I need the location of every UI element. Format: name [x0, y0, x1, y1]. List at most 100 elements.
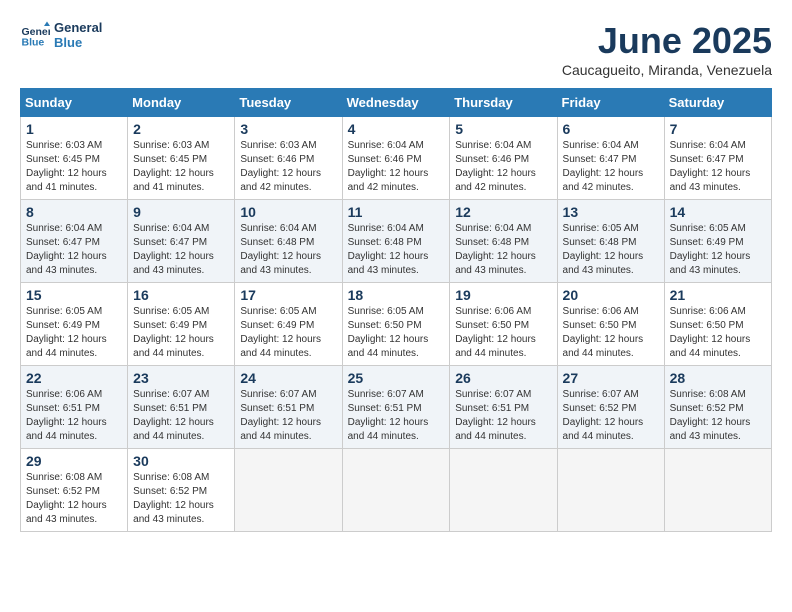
daylight-label: Daylight: 12 hours and 44 minutes. — [348, 417, 429, 442]
sunrise-label: Sunrise: 6:06 AM — [670, 306, 746, 317]
table-row: 21 Sunrise: 6:06 AM Sunset: 6:50 PM Dayl… — [664, 283, 771, 366]
sunset-label: Sunset: 6:51 PM — [348, 403, 422, 414]
calendar-week-4: 22 Sunrise: 6:06 AM Sunset: 6:51 PM Dayl… — [21, 366, 772, 449]
sunrise-label: Sunrise: 6:03 AM — [133, 140, 209, 151]
day-info: Sunrise: 6:04 AM Sunset: 6:48 PM Dayligh… — [455, 222, 551, 278]
daylight-label: Daylight: 12 hours and 43 minutes. — [26, 500, 107, 525]
svg-text:Blue: Blue — [22, 37, 45, 49]
sunset-label: Sunset: 6:48 PM — [563, 237, 637, 248]
daylight-label: Daylight: 12 hours and 44 minutes. — [563, 334, 644, 359]
day-info: Sunrise: 6:04 AM Sunset: 6:47 PM Dayligh… — [670, 139, 766, 195]
day-info: Sunrise: 6:08 AM Sunset: 6:52 PM Dayligh… — [133, 471, 229, 527]
sunset-label: Sunset: 6:51 PM — [455, 403, 529, 414]
sunset-label: Sunset: 6:51 PM — [240, 403, 314, 414]
table-row: 26 Sunrise: 6:07 AM Sunset: 6:51 PM Dayl… — [450, 366, 557, 449]
daylight-label: Daylight: 12 hours and 44 minutes. — [133, 334, 214, 359]
table-row: 12 Sunrise: 6:04 AM Sunset: 6:48 PM Dayl… — [450, 200, 557, 283]
table-row: 18 Sunrise: 6:05 AM Sunset: 6:50 PM Dayl… — [342, 283, 450, 366]
sunset-label: Sunset: 6:50 PM — [455, 320, 529, 331]
sunrise-label: Sunrise: 6:04 AM — [348, 140, 424, 151]
table-row: 9 Sunrise: 6:04 AM Sunset: 6:47 PM Dayli… — [128, 200, 235, 283]
sunset-label: Sunset: 6:48 PM — [348, 237, 422, 248]
sunrise-label: Sunrise: 6:08 AM — [133, 472, 209, 483]
sunrise-label: Sunrise: 6:03 AM — [26, 140, 102, 151]
table-row: 25 Sunrise: 6:07 AM Sunset: 6:51 PM Dayl… — [342, 366, 450, 449]
col-tuesday: Tuesday — [235, 89, 342, 117]
sunset-label: Sunset: 6:46 PM — [348, 154, 422, 165]
day-info: Sunrise: 6:08 AM Sunset: 6:52 PM Dayligh… — [26, 471, 122, 527]
day-info: Sunrise: 6:05 AM Sunset: 6:48 PM Dayligh… — [563, 222, 659, 278]
day-number: 12 — [455, 204, 551, 220]
day-info: Sunrise: 6:05 AM Sunset: 6:50 PM Dayligh… — [348, 305, 445, 361]
sunset-label: Sunset: 6:52 PM — [670, 403, 744, 414]
table-row: 11 Sunrise: 6:04 AM Sunset: 6:48 PM Dayl… — [342, 200, 450, 283]
page-header: General Blue General Blue June 2025 Cauc… — [20, 20, 772, 78]
table-row: 22 Sunrise: 6:06 AM Sunset: 6:51 PM Dayl… — [21, 366, 128, 449]
day-info: Sunrise: 6:07 AM Sunset: 6:51 PM Dayligh… — [455, 388, 551, 444]
daylight-label: Daylight: 12 hours and 42 minutes. — [348, 168, 429, 193]
day-info: Sunrise: 6:06 AM Sunset: 6:50 PM Dayligh… — [563, 305, 659, 361]
calendar-week-2: 8 Sunrise: 6:04 AM Sunset: 6:47 PM Dayli… — [21, 200, 772, 283]
day-info: Sunrise: 6:05 AM Sunset: 6:49 PM Dayligh… — [26, 305, 122, 361]
col-friday: Friday — [557, 89, 664, 117]
sunrise-label: Sunrise: 6:07 AM — [348, 389, 424, 400]
daylight-label: Daylight: 12 hours and 42 minutes. — [455, 168, 536, 193]
sunrise-label: Sunrise: 6:05 AM — [563, 223, 639, 234]
col-thursday: Thursday — [450, 89, 557, 117]
sunrise-label: Sunrise: 6:07 AM — [455, 389, 531, 400]
sunset-label: Sunset: 6:45 PM — [133, 154, 207, 165]
day-number: 23 — [133, 370, 229, 386]
day-info: Sunrise: 6:06 AM Sunset: 6:51 PM Dayligh… — [26, 388, 122, 444]
sunset-label: Sunset: 6:52 PM — [563, 403, 637, 414]
day-number: 30 — [133, 453, 229, 469]
day-info: Sunrise: 6:04 AM Sunset: 6:48 PM Dayligh… — [240, 222, 336, 278]
daylight-label: Daylight: 12 hours and 43 minutes. — [133, 251, 214, 276]
day-number: 6 — [563, 121, 659, 137]
daylight-label: Daylight: 12 hours and 43 minutes. — [670, 417, 751, 442]
table-row: 27 Sunrise: 6:07 AM Sunset: 6:52 PM Dayl… — [557, 366, 664, 449]
sunset-label: Sunset: 6:46 PM — [240, 154, 314, 165]
sunrise-label: Sunrise: 6:05 AM — [240, 306, 316, 317]
daylight-label: Daylight: 12 hours and 44 minutes. — [455, 417, 536, 442]
day-info: Sunrise: 6:04 AM Sunset: 6:46 PM Dayligh… — [348, 139, 445, 195]
table-row: 23 Sunrise: 6:07 AM Sunset: 6:51 PM Dayl… — [128, 366, 235, 449]
sunset-label: Sunset: 6:46 PM — [455, 154, 529, 165]
table-row: 8 Sunrise: 6:04 AM Sunset: 6:47 PM Dayli… — [21, 200, 128, 283]
col-monday: Monday — [128, 89, 235, 117]
daylight-label: Daylight: 12 hours and 44 minutes. — [26, 417, 107, 442]
table-row: 16 Sunrise: 6:05 AM Sunset: 6:49 PM Dayl… — [128, 283, 235, 366]
table-row: 2 Sunrise: 6:03 AM Sunset: 6:45 PM Dayli… — [128, 117, 235, 200]
sunrise-label: Sunrise: 6:05 AM — [133, 306, 209, 317]
calendar-header-row: Sunday Monday Tuesday Wednesday Thursday… — [21, 89, 772, 117]
sunrise-label: Sunrise: 6:04 AM — [133, 223, 209, 234]
table-row: 5 Sunrise: 6:04 AM Sunset: 6:46 PM Dayli… — [450, 117, 557, 200]
calendar-week-3: 15 Sunrise: 6:05 AM Sunset: 6:49 PM Dayl… — [21, 283, 772, 366]
logo-general-text: General — [54, 20, 102, 35]
sunrise-label: Sunrise: 6:04 AM — [348, 223, 424, 234]
table-row: 30 Sunrise: 6:08 AM Sunset: 6:52 PM Dayl… — [128, 449, 235, 532]
table-row: 7 Sunrise: 6:04 AM Sunset: 6:47 PM Dayli… — [664, 117, 771, 200]
day-info: Sunrise: 6:05 AM Sunset: 6:49 PM Dayligh… — [133, 305, 229, 361]
sunset-label: Sunset: 6:50 PM — [348, 320, 422, 331]
sunset-label: Sunset: 6:48 PM — [240, 237, 314, 248]
month-year-title: June 2025 — [562, 20, 772, 62]
calendar-table: Sunday Monday Tuesday Wednesday Thursday… — [20, 88, 772, 532]
sunrise-label: Sunrise: 6:06 AM — [26, 389, 102, 400]
table-row — [557, 449, 664, 532]
day-info: Sunrise: 6:04 AM Sunset: 6:47 PM Dayligh… — [133, 222, 229, 278]
day-number: 10 — [240, 204, 336, 220]
day-number: 26 — [455, 370, 551, 386]
day-info: Sunrise: 6:05 AM Sunset: 6:49 PM Dayligh… — [240, 305, 336, 361]
table-row: 4 Sunrise: 6:04 AM Sunset: 6:46 PM Dayli… — [342, 117, 450, 200]
table-row: 17 Sunrise: 6:05 AM Sunset: 6:49 PM Dayl… — [235, 283, 342, 366]
table-row — [664, 449, 771, 532]
day-number: 20 — [563, 287, 659, 303]
day-info: Sunrise: 6:07 AM Sunset: 6:51 PM Dayligh… — [240, 388, 336, 444]
sunrise-label: Sunrise: 6:03 AM — [240, 140, 316, 151]
day-info: Sunrise: 6:05 AM Sunset: 6:49 PM Dayligh… — [670, 222, 766, 278]
table-row — [235, 449, 342, 532]
table-row: 15 Sunrise: 6:05 AM Sunset: 6:49 PM Dayl… — [21, 283, 128, 366]
daylight-label: Daylight: 12 hours and 43 minutes. — [670, 251, 751, 276]
daylight-label: Daylight: 12 hours and 42 minutes. — [563, 168, 644, 193]
sunrise-label: Sunrise: 6:05 AM — [26, 306, 102, 317]
